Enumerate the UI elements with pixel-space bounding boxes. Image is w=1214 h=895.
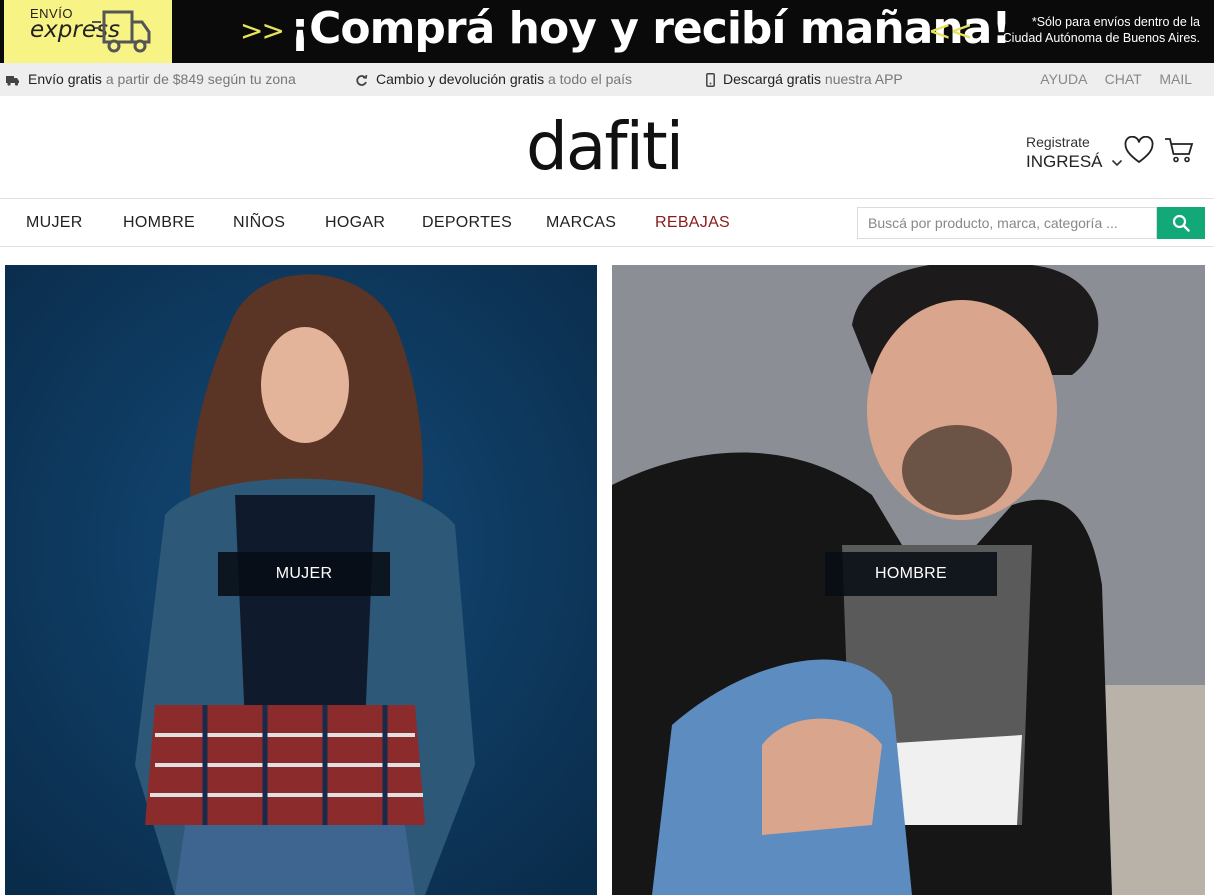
- site-header: dafiti Registrate INGRESÁ: [0, 96, 1214, 199]
- info-free-returns: Cambio y devolución gratis a todo el paí…: [355, 71, 632, 87]
- promo-arrows-right: <<: [928, 14, 973, 47]
- help-link-mail[interactable]: MAIL: [1159, 71, 1192, 87]
- phone-icon: [706, 73, 715, 88]
- shopping-cart-icon[interactable]: [1164, 136, 1194, 164]
- info-free-shipping-bold: Envío gratis: [28, 71, 102, 87]
- info-free-shipping-rest: a partir de $849 según tu zona: [101, 71, 296, 87]
- nav-marcas[interactable]: MARCAS: [546, 214, 616, 232]
- promo-disclaimer: *Sólo para envíos dentro de la Ciudad Au…: [990, 14, 1200, 46]
- promo-arrows-left: >>: [240, 14, 285, 47]
- nav-rebajas[interactable]: REBAJAS: [655, 214, 730, 232]
- hero-men-banner[interactable]: HOMBRE: [612, 265, 1205, 895]
- hero-women-banner[interactable]: MUJER: [5, 265, 597, 895]
- promo-disclaimer-line2: Ciudad Autónoma de Buenos Aires.: [1002, 31, 1200, 45]
- help-links: AYUDA CHAT MAIL: [1026, 71, 1192, 87]
- nav-ninos[interactable]: NIÑOS: [233, 214, 285, 232]
- delivery-truck-icon: [92, 10, 151, 53]
- info-free-returns-bold: Cambio y devolución gratis: [376, 71, 545, 87]
- nav-hogar[interactable]: HOGAR: [325, 214, 385, 232]
- search-icon: [1172, 214, 1190, 232]
- dafiti-logo[interactable]: dafiti: [526, 108, 684, 185]
- info-download-app-rest: nuestra APP: [821, 71, 903, 87]
- search-input[interactable]: [857, 207, 1157, 239]
- info-download-app[interactable]: Descargá gratis nuestra APP: [706, 71, 903, 88]
- login-dropdown[interactable]: INGRESÁ: [1026, 152, 1123, 172]
- wishlist-heart-icon[interactable]: [1124, 136, 1154, 164]
- search-button[interactable]: [1157, 207, 1205, 239]
- express-shipping-badge: ENVÍO express: [4, 0, 172, 63]
- main-navigation: MUJER HOMBRE NIÑOS HOGAR DEPORTES MARCAS…: [0, 199, 1214, 247]
- info-free-returns-rest: a todo el país: [544, 71, 633, 87]
- help-link-ayuda[interactable]: AYUDA: [1040, 71, 1086, 87]
- help-link-chat[interactable]: CHAT: [1105, 71, 1142, 87]
- hero-men-button[interactable]: HOMBRE: [825, 552, 997, 596]
- hero-women-button[interactable]: MUJER: [218, 552, 390, 596]
- promo-banner[interactable]: ENVÍO express >> ¡Comprá hoy y recibí ma…: [0, 0, 1214, 63]
- info-download-app-bold: Descargá gratis: [723, 71, 822, 87]
- account-menu[interactable]: Registrate INGRESÁ: [1026, 134, 1123, 172]
- register-link[interactable]: Registrate: [1026, 134, 1123, 150]
- info-bar: Envío gratis a partir de $849 según tu z…: [0, 63, 1214, 96]
- promo-disclaimer-line1: *Sólo para envíos dentro de la: [1031, 15, 1200, 29]
- login-label: INGRESÁ: [1026, 152, 1103, 171]
- nav-mujer[interactable]: MUJER: [26, 214, 83, 232]
- promo-headline: ¡Comprá hoy y recibí mañana!: [290, 3, 1011, 54]
- truck-icon: [6, 75, 19, 86]
- refresh-icon: [356, 74, 368, 86]
- chevron-down-icon: [1112, 159, 1123, 167]
- info-free-shipping: Envío gratis a partir de $849 según tu z…: [6, 71, 296, 87]
- nav-hombre[interactable]: HOMBRE: [123, 214, 195, 232]
- nav-deportes[interactable]: DEPORTES: [422, 214, 512, 232]
